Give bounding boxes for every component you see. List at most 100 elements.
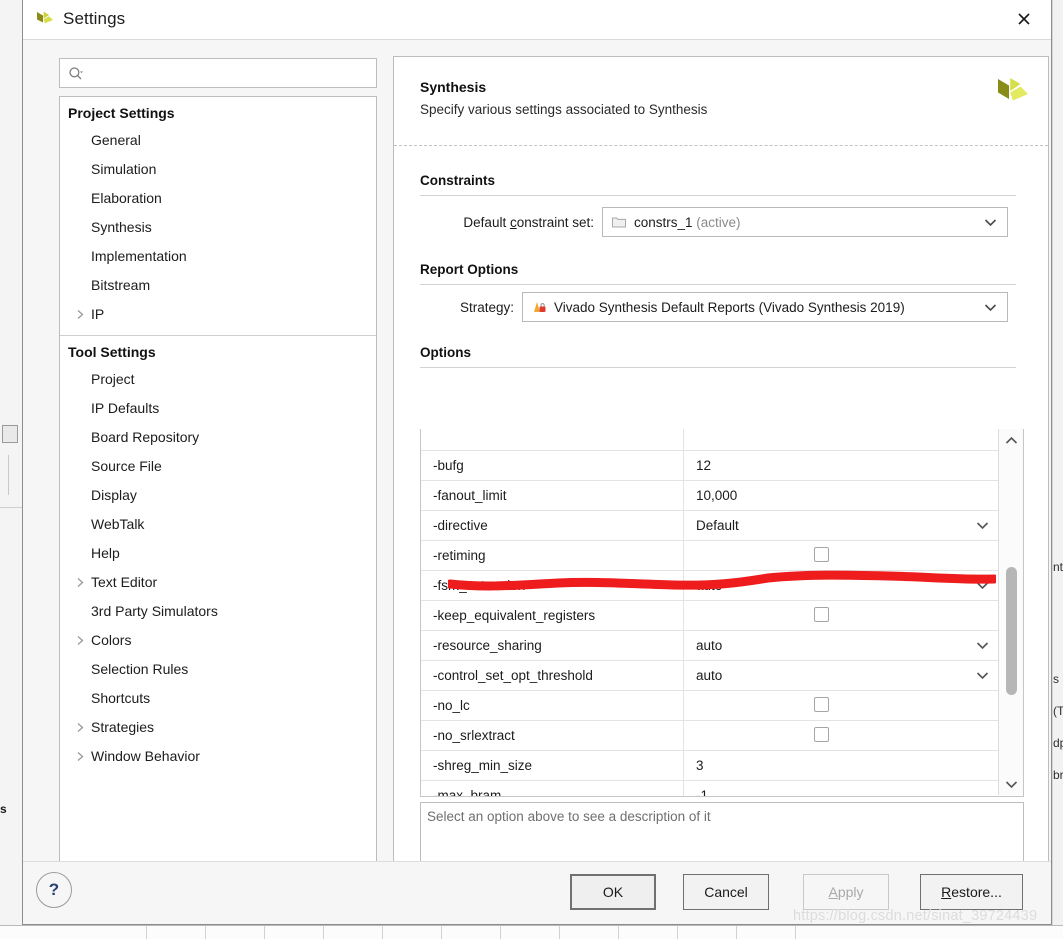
chevron-up-icon[interactable] bbox=[999, 429, 1023, 451]
table-row[interactable]: -no_lc bbox=[421, 691, 999, 721]
sidebar-item-label: Text Editor bbox=[91, 574, 157, 590]
search-icon bbox=[68, 66, 84, 82]
chevron-down-icon[interactable] bbox=[976, 511, 989, 540]
option-name: -resource_sharing bbox=[433, 631, 542, 660]
strategy-dropdown[interactable]: Vivado Synthesis Default Reports (Vivado… bbox=[522, 292, 1008, 322]
option-value: auto bbox=[696, 571, 722, 600]
sidebar-item-shortcuts[interactable]: Shortcuts bbox=[60, 684, 376, 713]
sidebar-item-label: IP Defaults bbox=[91, 400, 159, 416]
table-row[interactable]: -keep_equivalent_registers bbox=[421, 601, 999, 631]
sidebar-item-source-file[interactable]: Source File bbox=[60, 452, 376, 481]
scrollbar-thumb[interactable] bbox=[1006, 567, 1017, 695]
chevron-right-icon[interactable] bbox=[76, 742, 85, 771]
vivado-logo-icon bbox=[33, 9, 55, 31]
sidebar-item-webtalk[interactable]: WebTalk bbox=[60, 510, 376, 539]
sidebar-item-board-repository[interactable]: Board Repository bbox=[60, 423, 376, 452]
sidebar-item-window-behavior[interactable]: Window Behavior bbox=[60, 742, 376, 771]
sidebar-item-implementation[interactable]: Implementation bbox=[60, 242, 376, 271]
sidebar-item-strategies[interactable]: Strategies bbox=[60, 713, 376, 742]
option-value: auto bbox=[696, 661, 722, 690]
page-title: Synthesis bbox=[420, 79, 1020, 95]
table-row[interactable]: -resource_sharing auto bbox=[421, 631, 999, 661]
options-table-scrollbar[interactable] bbox=[998, 429, 1023, 795]
column-divider bbox=[683, 691, 684, 720]
restore-button[interactable]: Restore... bbox=[920, 874, 1023, 910]
search-input[interactable] bbox=[90, 59, 374, 89]
chevron-down-icon[interactable] bbox=[976, 631, 989, 660]
ok-button[interactable]: OK bbox=[570, 874, 656, 910]
table-row[interactable]: -shreg_min_size 3 bbox=[421, 751, 999, 781]
chevron-right-icon[interactable] bbox=[76, 568, 85, 597]
background-right-fragment: dp bbox=[1053, 736, 1063, 750]
sidebar-item-label: Shortcuts bbox=[91, 690, 150, 706]
sidebar-item-simulation[interactable]: Simulation bbox=[60, 155, 376, 184]
table-row[interactable]: -bufg 12 bbox=[421, 451, 999, 481]
sidebar-item-display[interactable]: Display bbox=[60, 481, 376, 510]
sidebar-item-elaboration[interactable]: Elaboration bbox=[60, 184, 376, 213]
option-value: 10,000 bbox=[696, 481, 737, 510]
sidebar-item-bitstream[interactable]: Bitstream bbox=[60, 271, 376, 300]
sidebar-item-label: Source File bbox=[91, 458, 162, 474]
sidebar-item-ip[interactable]: IP bbox=[60, 300, 376, 329]
option-checkbox[interactable] bbox=[814, 697, 829, 712]
cancel-button[interactable]: Cancel bbox=[683, 874, 769, 910]
chevron-down-icon[interactable] bbox=[984, 208, 997, 236]
sidebar-item-general[interactable]: General bbox=[60, 126, 376, 155]
column-divider bbox=[683, 571, 684, 600]
chevron-down-icon[interactable] bbox=[984, 293, 997, 321]
sidebar-item-colors[interactable]: Colors bbox=[60, 626, 376, 655]
sidebar-item-ip-defaults[interactable]: IP Defaults bbox=[60, 394, 376, 423]
option-checkbox[interactable] bbox=[814, 727, 829, 742]
search-box[interactable] bbox=[59, 58, 377, 88]
sidebar-item-label: Help bbox=[91, 545, 120, 561]
section-rule-report-options bbox=[420, 284, 1016, 285]
background-left-chip bbox=[2, 425, 18, 443]
chevron-right-icon[interactable] bbox=[76, 626, 85, 655]
default-constraint-set-dropdown[interactable]: constrs_1 (active) bbox=[602, 207, 1008, 237]
sidebar-item-help[interactable]: Help bbox=[60, 539, 376, 568]
sidebar-item-text-editor[interactable]: Text Editor bbox=[60, 568, 376, 597]
background-left-text: s bbox=[0, 802, 22, 816]
header-divider bbox=[394, 145, 1048, 146]
background-left-rule bbox=[0, 507, 22, 508]
column-divider bbox=[683, 751, 684, 780]
chevron-down-icon[interactable] bbox=[976, 661, 989, 690]
option-value: Default bbox=[696, 511, 739, 540]
table-row[interactable]: -fanout_limit 10,000 bbox=[421, 481, 999, 511]
chevron-right-icon[interactable] bbox=[76, 300, 85, 329]
option-value: -1 bbox=[696, 781, 708, 797]
sidebar-item-label: Simulation bbox=[91, 161, 156, 177]
option-checkbox[interactable] bbox=[814, 547, 829, 562]
table-row[interactable]: -directive Default bbox=[421, 511, 999, 541]
table-row[interactable]: -no_srlextract bbox=[421, 721, 999, 751]
sidebar-item-3rd-party-simulators[interactable]: 3rd Party Simulators bbox=[60, 597, 376, 626]
close-icon[interactable] bbox=[997, 0, 1051, 38]
settings-content-pane: Synthesis Specify various settings assoc… bbox=[393, 56, 1049, 862]
sidebar-item-label: Strategies bbox=[91, 719, 154, 735]
column-divider bbox=[683, 631, 684, 660]
column-divider bbox=[683, 721, 684, 750]
chevron-right-icon[interactable] bbox=[76, 713, 85, 742]
chevron-down-icon[interactable] bbox=[999, 773, 1023, 795]
sidebar-item-selection-rules[interactable]: Selection Rules bbox=[60, 655, 376, 684]
table-row[interactable]: -retiming bbox=[421, 541, 999, 571]
page-subtitle: Specify various settings associated to S… bbox=[420, 102, 1020, 117]
chevron-down-icon[interactable] bbox=[976, 571, 989, 600]
table-row[interactable]: -control_set_opt_threshold auto bbox=[421, 661, 999, 691]
help-button[interactable]: ? bbox=[36, 872, 72, 908]
table-row[interactable]: -fsm_extraction auto bbox=[421, 571, 999, 601]
table-row[interactable]: -max_bram -1 bbox=[421, 781, 999, 797]
table-row[interactable] bbox=[421, 429, 999, 451]
sidebar-item-project[interactable]: Project bbox=[60, 365, 376, 394]
sidebar-item-label: General bbox=[91, 132, 141, 148]
synthesis-options-table[interactable]: -bufg 12 -fanout_limit 10,000 -directive… bbox=[420, 429, 1024, 797]
option-name: -directive bbox=[433, 511, 488, 540]
sidebar-item-synthesis[interactable]: Synthesis bbox=[60, 213, 376, 242]
option-name: -bufg bbox=[433, 451, 464, 480]
option-name: -no_srlextract bbox=[433, 721, 515, 750]
column-divider bbox=[683, 511, 684, 540]
vivado-logo-icon bbox=[990, 73, 1032, 115]
option-checkbox[interactable] bbox=[814, 607, 829, 622]
option-description-text: Select an option above to see a descript… bbox=[427, 809, 711, 824]
settings-nav-tree[interactable]: Project Settings General Simulation Elab… bbox=[59, 96, 377, 862]
